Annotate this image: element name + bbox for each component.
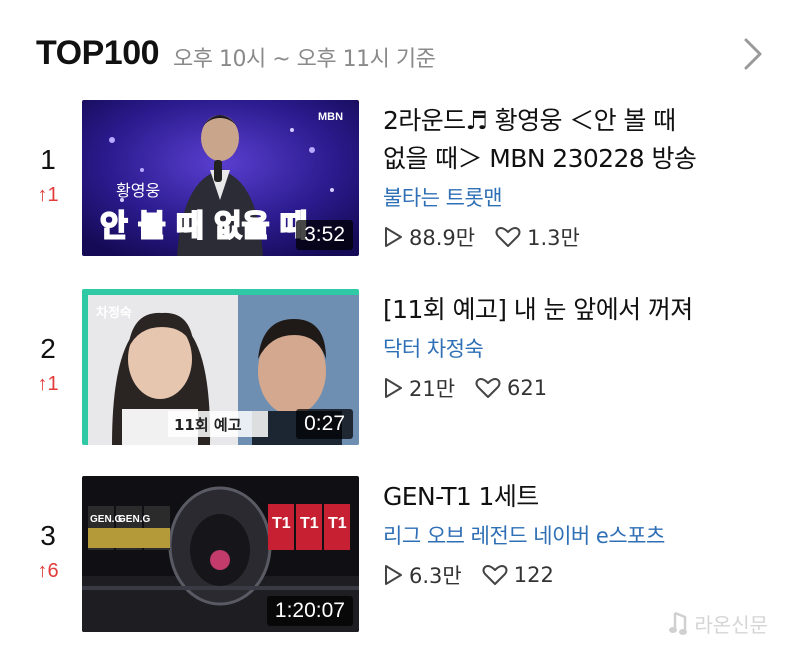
video-title-line: 없을 때＞ MBN 230228 방송 xyxy=(383,144,697,173)
music-note-icon xyxy=(669,611,688,635)
video-stats: 21만 621 xyxy=(383,373,763,403)
rank-number: 1 xyxy=(40,144,56,175)
rank-change: ↑1 xyxy=(37,373,59,395)
play-outline-icon xyxy=(385,378,402,398)
rank-number: 3 xyxy=(40,520,56,551)
video-thumbnail[interactable]: 황영웅 MBN 안 볼 때 없을 때 3:52 xyxy=(82,100,359,256)
chart-item-2[interactable]: 2 ↑1 차정숙 11회 예고 0:27 [11회 예고] 내 눈 앞에서 꺼져… xyxy=(0,289,790,447)
like-count: 1.3만 xyxy=(527,226,580,250)
play-outline-icon xyxy=(385,227,402,247)
chart-title: TOP100 xyxy=(36,34,160,72)
video-info: 2라운드♬ 황영웅 ＜안 볼 때 없을 때＞ MBN 230228 방송 불타는… xyxy=(383,102,763,252)
like-count: 621 xyxy=(507,376,548,400)
chart-header: TOP100 오후 10시 ~ 오후 11시 기준 xyxy=(36,34,766,78)
channel-name[interactable]: 닥터 차정숙 xyxy=(383,333,763,363)
video-stats: 6.3만 122 xyxy=(383,560,763,590)
video-title-line: GEN-T1 1세트 xyxy=(383,482,539,511)
thumb-team-text: T1 xyxy=(300,515,319,532)
view-count: 21만 xyxy=(409,377,456,401)
video-title[interactable]: 2라운드♬ 황영웅 ＜안 볼 때 없을 때＞ MBN 230228 방송 xyxy=(383,102,763,178)
play-outline-icon xyxy=(385,565,402,585)
chart-item-1[interactable]: 1 ↑1 황영웅 MBN 안 볼 때 없을 때 3:52 2라운드♬ 황영웅 ＜… xyxy=(0,100,790,258)
view-count: 88.9만 xyxy=(409,226,476,250)
rank-number: 2 xyxy=(40,333,56,364)
heart-outline-icon xyxy=(495,227,521,247)
thumb-team-text: GEN.G xyxy=(118,514,150,525)
rank-block: 3 ↑6 xyxy=(22,520,74,583)
video-duration: 3:52 xyxy=(296,220,353,250)
video-info: [11회 예고] 내 눈 앞에서 꺼져 닥터 차정숙 21만 621 xyxy=(383,291,763,403)
thumb-logo-text: MBN xyxy=(318,111,343,123)
rank-block: 1 ↑1 xyxy=(22,144,74,207)
watermark-text: 라온신문 xyxy=(694,613,768,637)
channel-name[interactable]: 불타는 트롯맨 xyxy=(383,182,763,212)
thumb-caption-text: 안 볼 때 없을 때 xyxy=(100,209,307,244)
video-thumbnail[interactable]: 차정숙 11회 예고 0:27 xyxy=(82,289,359,445)
rank-change: ↑1 xyxy=(37,184,59,206)
channel-name[interactable]: 리그 오브 레전드 네이버 e스포츠 xyxy=(383,520,763,550)
video-thumbnail[interactable]: GEN.G GEN.G T1 T1 T1 1:20:07 xyxy=(82,476,359,632)
thumb-badge-text: 11회 예고 xyxy=(174,416,242,434)
rank-block: 2 ↑1 xyxy=(22,333,74,396)
video-stats: 88.9만 1.3만 xyxy=(383,222,763,252)
watermark: 라온신문 xyxy=(667,609,768,638)
video-title[interactable]: GEN-T1 1세트 xyxy=(383,478,763,516)
video-title-line: 2라운드♬ 황영웅 ＜안 볼 때 xyxy=(383,106,676,135)
heart-outline-icon xyxy=(482,565,508,585)
chart-time-range: 오후 10시 ~ 오후 11시 기준 xyxy=(173,47,436,72)
heart-outline-icon xyxy=(475,378,501,398)
video-info: GEN-T1 1세트 리그 오브 레전드 네이버 e스포츠 6.3만 122 xyxy=(383,478,763,590)
like-count: 122 xyxy=(513,563,554,587)
chevron-right-icon[interactable] xyxy=(738,36,766,72)
thumb-name-text: 황영웅 xyxy=(116,181,160,200)
view-count: 6.3만 xyxy=(409,564,462,588)
video-duration: 1:20:07 xyxy=(266,596,353,626)
rank-change: ↑6 xyxy=(37,560,59,582)
video-title[interactable]: [11회 예고] 내 눈 앞에서 꺼져 xyxy=(383,291,763,329)
thumb-team-text: T1 xyxy=(328,515,347,532)
video-duration: 0:27 xyxy=(296,409,353,439)
thumb-team-text: T1 xyxy=(272,515,291,532)
video-title-line: [11회 예고] 내 눈 앞에서 꺼져 xyxy=(383,295,693,324)
thumb-logo-text: 차정숙 xyxy=(96,305,132,321)
